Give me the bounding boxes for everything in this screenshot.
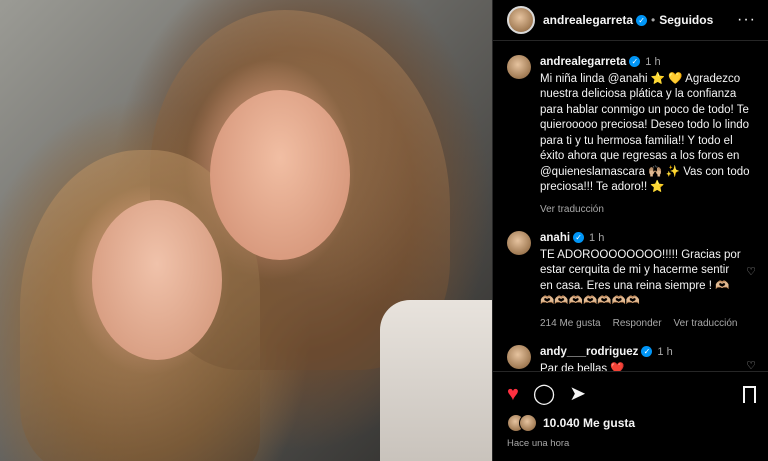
share-icon[interactable]: ➤ [569,384,586,404]
translate-link[interactable]: Ver traducción [674,316,738,332]
post-view: andrealegarreta ✓ • Seguidos ··· andreal… [0,0,768,461]
photo-face-left [92,200,222,360]
comment-text: TE ADOROOOOOOOO!!!!! Gracias por estar c… [540,248,741,308]
comment: anahi ✓ 1 h TE ADOROOOOOOOO!!!!! Gracias p… [507,231,756,331]
likes-count[interactable]: 10.040 Me gusta [543,416,635,430]
like-comment-heart-icon[interactable]: ♡ [742,231,756,331]
photo-shirt [380,300,492,461]
verified-icon: ✓ [641,346,653,357]
separator-dot: • [651,13,656,27]
post-header: andrealegarreta ✓ • Seguidos ··· [493,0,768,41]
likes-row: 10.040 Me gusta [507,414,756,432]
comment: andy___rodriguez ✓ 1 h Par de bellas ❤️ ♡ [507,345,756,371]
verified-icon: ✓ [629,56,641,67]
more-horizontal-icon[interactable]: ··· [737,11,756,29]
verified-icon: ✓ [573,232,585,243]
caption-time[interactable]: 1 h [645,56,660,68]
comment-avatar[interactable] [507,345,531,369]
comment-username[interactable]: anahi [540,232,570,244]
verified-icon: ✓ [636,14,648,26]
comment-text: Par de bellas ❤️ [540,362,625,372]
comment-time[interactable]: 1 h [657,346,672,358]
comments-panel: andrealegarreta ✓ • Seguidos ··· andreal… [492,0,768,461]
comments-list[interactable]: andrealegarreta ✓ 1 h Mi niña linda @anahi… [493,41,768,371]
translate-link[interactable]: Ver traducción [540,202,604,218]
following-button[interactable]: Seguidos [659,13,713,27]
photo-face-right [210,90,350,260]
comment-username[interactable]: andy___rodriguez [540,346,638,358]
post-photo[interactable] [0,0,492,461]
author-username[interactable]: andrealegarreta [543,13,633,27]
comment-avatar[interactable] [507,231,531,255]
like-comment-heart-icon[interactable]: ♡ [742,345,756,371]
post-timestamp: Hace una hora [507,438,570,449]
comment-time[interactable]: 1 h [589,232,604,244]
caption: andrealegarreta ✓ 1 h Mi niña linda @anahi… [507,55,756,217]
caption-username[interactable]: andrealegarreta [540,56,626,68]
post-actions: ♥ ◯ ➤ 10.040 Me gusta Hace una hora [493,371,768,449]
caption-avatar[interactable] [507,55,531,79]
like-heart-icon[interactable]: ♥ [507,384,519,404]
caption-text: Mi niña linda @anahi ⭐ 💛 Agradezco nuest… [540,72,750,194]
comment-icon[interactable]: ◯ [533,384,555,404]
author-avatar[interactable] [507,6,535,34]
comment-likes[interactable]: 214 Me gusta [540,316,601,332]
liker-avatar [519,414,537,432]
reply-button[interactable]: Responder [613,316,662,332]
bookmark-icon[interactable] [743,385,756,404]
